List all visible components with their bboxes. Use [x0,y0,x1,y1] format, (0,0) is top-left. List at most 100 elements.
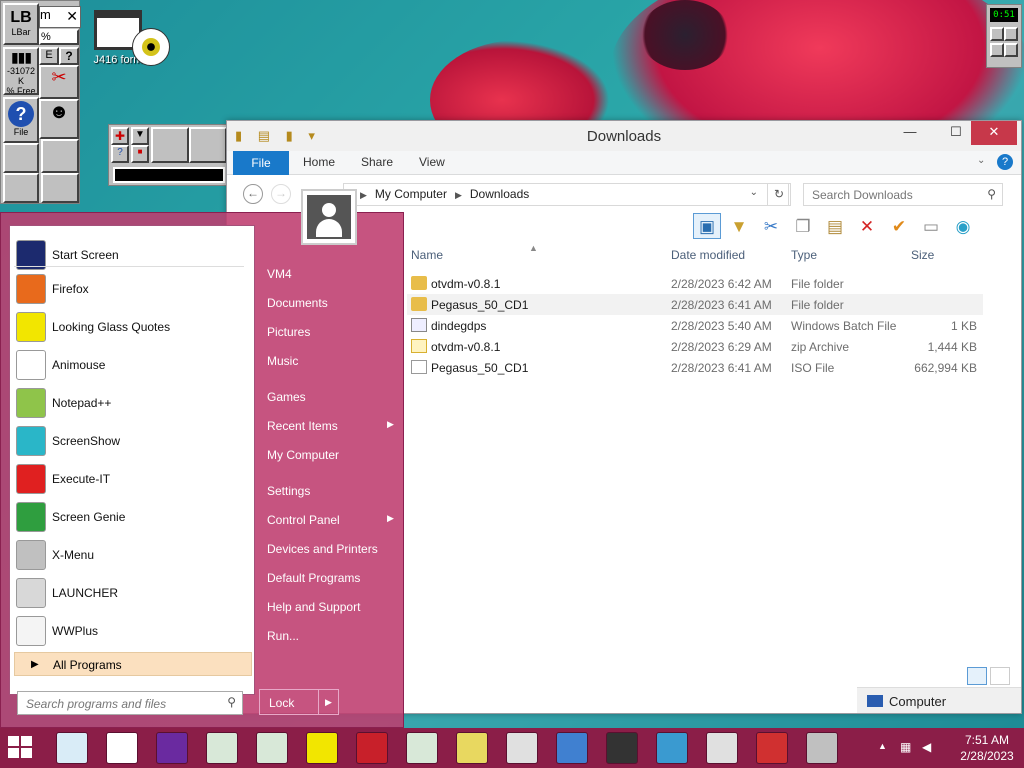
column-type[interactable]: Type [791,248,817,262]
program-item[interactable]: Notepad++ [14,386,250,420]
back-button[interactable]: ← [243,184,263,204]
details-view-icon[interactable] [967,667,987,685]
help-icon[interactable]: ? [997,154,1013,170]
address-bar[interactable]: ▶ My Computer ▶ Downloads ⌄ [343,183,789,206]
taskbar-app-icon[interactable] [206,732,238,764]
taskbar-app-icon[interactable] [456,732,488,764]
cut-icon[interactable]: ✂ [757,214,785,240]
ribbon-expand-icon[interactable]: ⌄ [977,155,985,166]
table-row[interactable]: Pegasus_50_CD1 2/28/2023 6:41 AM File fo… [407,294,983,315]
gadget-button[interactable] [990,43,1004,57]
speaker-icon[interactable]: ◀ [922,740,931,754]
table-row[interactable]: Pegasus_50_CD1 2/28/2023 6:41 AM ISO Fil… [407,357,983,378]
copy-icon[interactable]: ❐ [789,214,817,240]
user-avatar[interactable] [301,189,357,245]
start-item-settings[interactable]: Settings [267,484,310,498]
close-icon[interactable]: ✕ [66,8,78,25]
help-icon[interactable]: ? [59,47,79,65]
shell-icon[interactable]: ◉ [949,214,977,240]
large-icons-view-icon[interactable] [990,667,1010,685]
table-row[interactable]: dindegdps 2/28/2023 5:40 AM Windows Batc… [407,315,983,336]
all-programs-button[interactable]: ▶ All Programs [14,652,252,676]
program-item[interactable]: Execute-IT [14,462,250,496]
tab-share[interactable]: Share [361,155,393,169]
start-item-vm4[interactable]: VM4 [267,267,292,281]
start-button[interactable] [8,736,34,760]
folder-options-icon[interactable]: ▼ [725,214,753,240]
minimize-icon[interactable]: E [39,47,59,65]
chevron-down-icon[interactable]: ⌄ [750,187,758,198]
program-item[interactable]: ScreenShow [14,424,250,458]
column-name[interactable]: Name [411,248,443,262]
rename-icon[interactable]: ▭ [917,214,945,240]
taskbar-app-icon[interactable] [606,732,638,764]
taskbar-app-icon[interactable] [656,732,688,764]
file-help-button[interactable]: ? File [3,97,39,143]
taskbar-app-icon[interactable] [106,732,138,764]
paste-icon[interactable]: ▤ [821,214,849,240]
empty-slot-button[interactable] [151,127,189,163]
search-input[interactable]: Search Downloads ⚲ [803,183,1003,206]
empty-slot-button[interactable] [41,139,79,173]
start-item-control-panel[interactable]: Control Panel ▶ [267,513,394,527]
start-item-games[interactable]: Games [267,390,306,404]
delete-icon[interactable]: ✕ [853,214,881,240]
start-item-documents[interactable]: Documents [267,296,328,310]
start-item-recent-items[interactable]: Recent Items ▶ [267,419,394,433]
taskbar-app-icon[interactable] [356,732,388,764]
taskbar-app-icon[interactable] [556,732,588,764]
start-item-my-computer[interactable]: My Computer [267,448,339,462]
taskbar-app-icon[interactable] [56,732,88,764]
refresh-button[interactable]: ↻ [767,183,791,206]
taskbar-app-icon[interactable] [506,732,538,764]
tools-icon[interactable]: ✂ [39,65,79,99]
mini-window[interactable]: m ✕ [39,6,81,28]
taskbar-app-icon[interactable] [156,732,188,764]
program-item[interactable]: LAUNCHER [14,576,250,610]
empty-slot-button[interactable] [41,173,79,203]
taskbar-app-icon[interactable] [256,732,288,764]
gadget-button[interactable] [1004,43,1018,57]
start-item-default-programs[interactable]: Default Programs [267,571,360,585]
maximize-button[interactable]: ☐ [939,121,973,145]
clock[interactable]: 7:51 AM 2/28/2023 [952,732,1022,764]
table-row[interactable]: otvdm-v0.8.1 2/28/2023 6:42 AM File fold… [407,273,983,294]
empty-slot-button[interactable] [189,127,227,163]
exit-icon[interactable]: ■ [131,145,149,163]
network-icon[interactable]: ▦ [900,740,911,754]
help-small-icon[interactable]: ? [111,145,129,163]
column-date-modified[interactable]: Date modified [671,248,745,262]
tab-view[interactable]: View [419,155,445,169]
breadcrumb-my-computer[interactable]: My Computer [375,187,447,201]
program-item[interactable]: X-Menu [14,538,250,572]
start-item-run[interactable]: Run... [267,629,299,643]
taskbar-app-icon[interactable] [756,732,788,764]
preview-pane-icon[interactable]: ▣ [693,213,721,239]
dropdown-icon[interactable]: ▼ [131,127,149,145]
reader-icon[interactable]: ☻ [39,99,79,139]
crosshair-icon[interactable]: ✚ [111,127,129,145]
program-item[interactable]: Firefox [14,272,250,306]
lock-button[interactable]: Lock ▶ [259,689,339,715]
start-item-music[interactable]: Music [267,354,298,368]
clock-gadget[interactable]: 0:51 [986,4,1022,68]
lbar-logo-button[interactable]: LB LBar [3,3,39,45]
close-button[interactable]: ✕ [971,121,1017,145]
start-item-devices-and-printers[interactable]: Devices and Printers [267,542,378,556]
gadget-button[interactable] [990,27,1004,41]
command-field[interactable] [113,167,225,183]
empty-slot-button[interactable] [3,173,39,203]
taskbar-app-icon[interactable] [806,732,838,764]
taskbar-app-icon[interactable] [706,732,738,764]
program-item[interactable]: Animouse [14,348,250,382]
empty-slot-button[interactable] [3,143,39,173]
forward-button[interactable]: → [271,184,291,204]
eye-icon[interactable] [132,28,170,66]
chevron-up-icon[interactable]: ▲ [878,741,887,751]
tab-file[interactable]: File [233,151,289,175]
minimize-button[interactable]: — [893,121,927,145]
breadcrumb-downloads[interactable]: Downloads [470,187,529,201]
start-search-input[interactable]: Search programs and files ⚲ [17,691,243,715]
gadget-button[interactable] [1004,27,1018,41]
column-size[interactable]: Size [911,248,934,262]
